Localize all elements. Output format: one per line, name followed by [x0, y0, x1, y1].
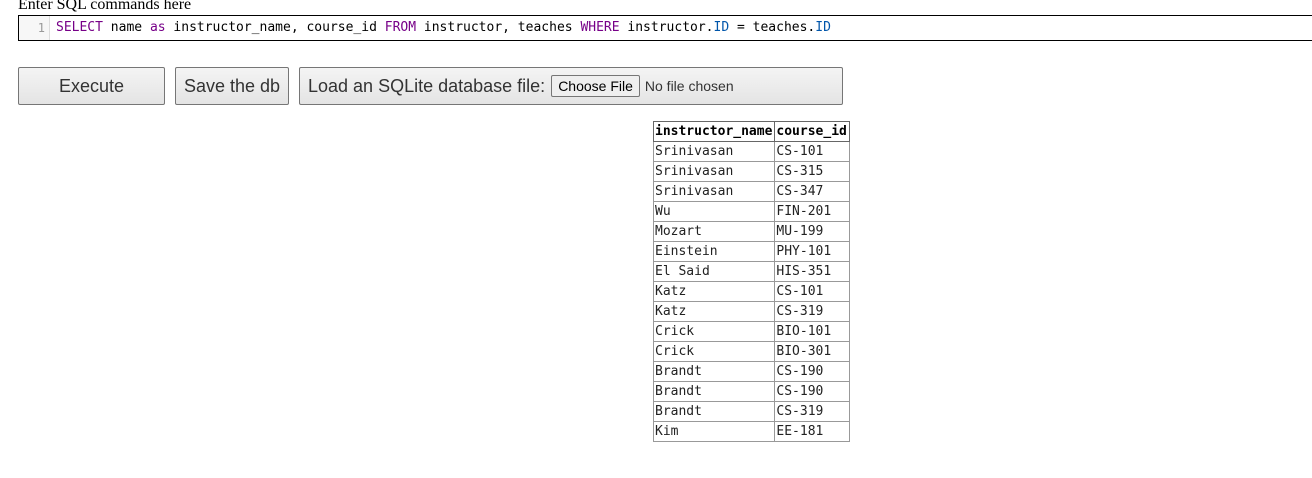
line-number-gutter: 1 [19, 16, 50, 40]
table-row: Srinivasan CS-315 [652, 161, 850, 182]
sql-token: instructor. [619, 20, 714, 35]
cell-course-id: CS-315 [774, 161, 850, 182]
load-db-label: Load an SQLite database file: [308, 75, 546, 96]
sql-keyword-where: WHERE [580, 20, 620, 35]
cell-course-id: BIO-301 [774, 341, 850, 362]
table-row: Crick BIO-301 [652, 341, 850, 362]
table-row: Wu FIN-201 [652, 201, 850, 222]
cell-instructor-name: Wu [652, 201, 776, 222]
file-status-text: No file chosen [644, 78, 734, 94]
sql-code-line[interactable]: SELECT name as instructor_name, course_i… [56, 16, 831, 40]
cell-instructor-name: Crick [652, 321, 776, 342]
sql-token: instructor, teaches [416, 20, 581, 35]
cell-instructor-name: Srinivasan [652, 161, 776, 182]
cell-instructor-name: Srinivasan [652, 141, 776, 162]
cell-instructor-name: Brandt [652, 401, 776, 422]
column-header-instructor-name: instructor_name [652, 121, 776, 142]
sql-token: instructor_name, course_id [165, 20, 385, 35]
table-row: Mozart MU-199 [652, 221, 850, 242]
save-db-button[interactable]: Save the db [175, 67, 289, 105]
cell-instructor-name: Srinivasan [652, 181, 776, 202]
cell-course-id: PHY-101 [774, 241, 850, 262]
table-row: Katz CS-319 [652, 301, 850, 322]
cell-course-id: CS-347 [774, 181, 850, 202]
cell-course-id: CS-319 [774, 401, 850, 422]
cell-instructor-name: Einstein [652, 241, 776, 262]
sql-keyword-from: FROM [384, 20, 417, 35]
cell-course-id: CS-101 [774, 141, 850, 162]
cell-instructor-name: Brandt [652, 361, 776, 382]
line-number: 1 [37, 21, 45, 35]
sql-keyword-select: SELECT [56, 20, 103, 35]
sql-editor[interactable]: 1 SELECT name as instructor_name, course… [18, 15, 1312, 41]
cell-course-id: CS-190 [774, 361, 850, 382]
cell-course-id: HIS-351 [774, 261, 850, 282]
table-row: Brandt CS-319 [652, 401, 850, 422]
cell-course-id: CS-101 [774, 281, 850, 302]
table-header-row: instructor_name course_id [652, 121, 850, 142]
load-db-control[interactable]: Load an SQLite database file: Choose Fil… [299, 67, 843, 105]
cell-instructor-name: Brandt [652, 381, 776, 402]
table-row: Srinivasan CS-101 [652, 141, 850, 162]
cell-instructor-name: Katz [652, 301, 776, 322]
cell-course-id: CS-319 [774, 301, 850, 322]
table-row: El Said HIS-351 [652, 261, 850, 282]
cell-instructor-name: El Said [652, 261, 776, 282]
cell-course-id: BIO-101 [774, 321, 850, 342]
choose-file-button[interactable]: Choose File [551, 75, 640, 97]
table-row: Srinivasan CS-347 [652, 181, 850, 202]
results-table: instructor_name course_id Srinivasan CS-1… [652, 121, 850, 442]
table-row: Kim EE-181 [652, 421, 850, 442]
sql-token: = teaches. [729, 20, 816, 35]
sql-property-id: ID [713, 20, 730, 35]
sql-keyword-as: as [149, 20, 166, 35]
sql-property-id: ID [815, 20, 831, 35]
cell-course-id: CS-190 [774, 381, 850, 402]
table-row: Crick BIO-101 [652, 321, 850, 342]
cell-instructor-name: Katz [652, 281, 776, 302]
cell-instructor-name: Kim [652, 421, 776, 442]
cell-course-id: EE-181 [774, 421, 850, 442]
execute-button[interactable]: Execute [18, 67, 165, 105]
cell-instructor-name: Crick [652, 341, 776, 362]
sql-token: name [102, 20, 150, 35]
table-row: Brandt CS-190 [652, 381, 850, 402]
cell-course-id: MU-199 [774, 221, 850, 242]
table-row: Katz CS-101 [652, 281, 850, 302]
editor-label: Enter SQL commands here [18, 0, 192, 13]
cell-course-id: FIN-201 [774, 201, 850, 222]
table-row: Brandt CS-190 [652, 361, 850, 382]
column-header-course-id: course_id [774, 121, 850, 142]
cell-instructor-name: Mozart [652, 221, 776, 242]
table-row: Einstein PHY-101 [652, 241, 850, 262]
